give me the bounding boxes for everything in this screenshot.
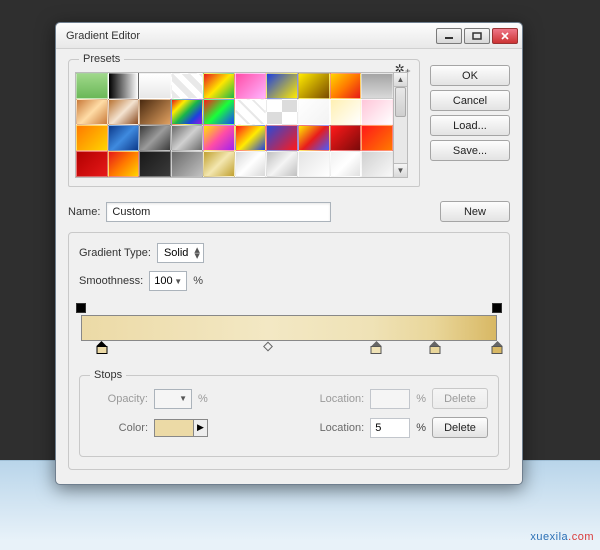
window-title: Gradient Editor (66, 30, 436, 42)
preset-swatch[interactable] (203, 73, 235, 99)
color-stop[interactable] (371, 341, 382, 354)
percent-unit: % (416, 422, 426, 434)
preset-swatch[interactable] (266, 73, 298, 99)
preset-swatch[interactable] (235, 151, 267, 177)
preset-swatch[interactable] (139, 73, 171, 99)
opacity-delete-button: Delete (432, 388, 488, 409)
watermark: xuexila.com (530, 523, 594, 546)
minimize-button[interactable] (436, 28, 462, 44)
name-label: Name: (68, 206, 100, 218)
preset-swatch[interactable] (298, 73, 330, 99)
presets-group: Presets ✲₊ ▲ ▼ (68, 59, 420, 187)
preset-grid (75, 72, 393, 178)
scroll-up-icon[interactable]: ▲ (394, 73, 407, 87)
preset-swatch[interactable] (108, 125, 140, 151)
gradient-type-value: Solid (164, 247, 188, 259)
preset-swatch[interactable] (361, 73, 393, 99)
stops-group: Stops Opacity: ▼ % Location: % Delete Co… (79, 375, 499, 457)
color-swatch[interactable] (154, 419, 194, 437)
opacity-stop[interactable] (76, 303, 86, 313)
load-button[interactable]: Load... (430, 115, 510, 136)
scroll-thumb[interactable] (395, 87, 406, 117)
smoothness-label: Smoothness: (79, 275, 143, 287)
preset-swatch[interactable] (298, 99, 330, 125)
gradient-type-select[interactable]: Solid ▴▾ (157, 243, 204, 263)
maximize-button[interactable] (464, 28, 490, 44)
color-location-input[interactable] (370, 418, 410, 438)
preset-swatch[interactable] (235, 99, 267, 125)
preset-swatch[interactable] (266, 151, 298, 177)
preset-swatch[interactable] (203, 125, 235, 151)
gradient-settings-group: Gradient Type: Solid ▴▾ Smoothness: 100 … (68, 232, 510, 470)
preset-swatch[interactable] (330, 125, 362, 151)
preset-swatch[interactable] (139, 99, 171, 125)
save-button[interactable]: Save... (430, 140, 510, 161)
preset-swatch[interactable] (203, 99, 235, 125)
preset-swatch[interactable] (171, 125, 203, 151)
preset-swatch[interactable] (171, 99, 203, 125)
percent-unit: % (198, 393, 208, 405)
preset-swatch[interactable] (76, 99, 108, 125)
preset-swatch[interactable] (108, 151, 140, 177)
color-stop[interactable] (429, 341, 440, 354)
color-stop[interactable] (96, 341, 107, 354)
preset-swatch[interactable] (266, 99, 298, 125)
dropdown-icon[interactable]: ▼ (174, 277, 182, 286)
preset-swatch[interactable] (76, 151, 108, 177)
color-delete-button[interactable]: Delete (432, 417, 488, 438)
opacity-input: ▼ (154, 389, 192, 409)
color-label: Color: (90, 422, 148, 434)
preset-swatch[interactable] (235, 73, 267, 99)
smoothness-value: 100 (154, 275, 172, 287)
preset-swatch[interactable] (361, 99, 393, 125)
preset-swatch[interactable] (108, 73, 140, 99)
preset-swatch[interactable] (235, 125, 267, 151)
preset-swatch[interactable] (76, 73, 108, 99)
percent-unit: % (416, 393, 426, 405)
gradient-bar[interactable] (81, 315, 497, 341)
opacity-stop[interactable] (492, 303, 502, 313)
smoothness-input[interactable]: 100 ▼ (149, 271, 187, 291)
stops-label: Stops (90, 369, 126, 381)
dropdown-icon: ▼ (179, 394, 187, 403)
preset-swatch[interactable] (330, 73, 362, 99)
color-picker-arrow-icon[interactable]: ▶ (194, 419, 208, 437)
preset-swatch[interactable] (266, 125, 298, 151)
scroll-down-icon[interactable]: ▼ (394, 163, 407, 177)
preset-swatch[interactable] (330, 99, 362, 125)
titlebar[interactable]: Gradient Editor (56, 23, 522, 49)
preset-swatch[interactable] (139, 125, 171, 151)
gradient-editor-track (81, 305, 497, 355)
select-arrows-icon: ▴▾ (194, 247, 200, 259)
gradient-editor-window: Gradient Editor Presets ✲₊ ▲ ▼ (55, 22, 523, 485)
preset-swatch[interactable] (361, 125, 393, 151)
gradient-type-label: Gradient Type: (79, 247, 151, 259)
preset-swatch[interactable] (298, 151, 330, 177)
new-button[interactable]: New (440, 201, 510, 222)
preset-swatch[interactable] (330, 151, 362, 177)
close-button[interactable] (492, 28, 518, 44)
ok-button[interactable]: OK (430, 65, 510, 86)
presets-label: Presets (79, 53, 124, 65)
preset-swatch[interactable] (361, 151, 393, 177)
preset-swatch[interactable] (171, 151, 203, 177)
opacity-label: Opacity: (90, 393, 148, 405)
name-input[interactable] (106, 202, 331, 222)
preset-swatch[interactable] (298, 125, 330, 151)
color-location-label: Location: (320, 422, 365, 434)
percent-unit: % (193, 275, 203, 287)
opacity-location-input (370, 389, 410, 409)
preset-swatch[interactable] (76, 125, 108, 151)
color-stop[interactable] (492, 341, 503, 354)
preset-swatch[interactable] (203, 151, 235, 177)
preset-swatch[interactable] (139, 151, 171, 177)
preset-scrollbar[interactable]: ▲ ▼ (393, 72, 408, 178)
preset-swatch[interactable] (171, 73, 203, 99)
preset-swatch[interactable] (108, 99, 140, 125)
opacity-location-label: Location: (320, 393, 365, 405)
cancel-button[interactable]: Cancel (430, 90, 510, 111)
